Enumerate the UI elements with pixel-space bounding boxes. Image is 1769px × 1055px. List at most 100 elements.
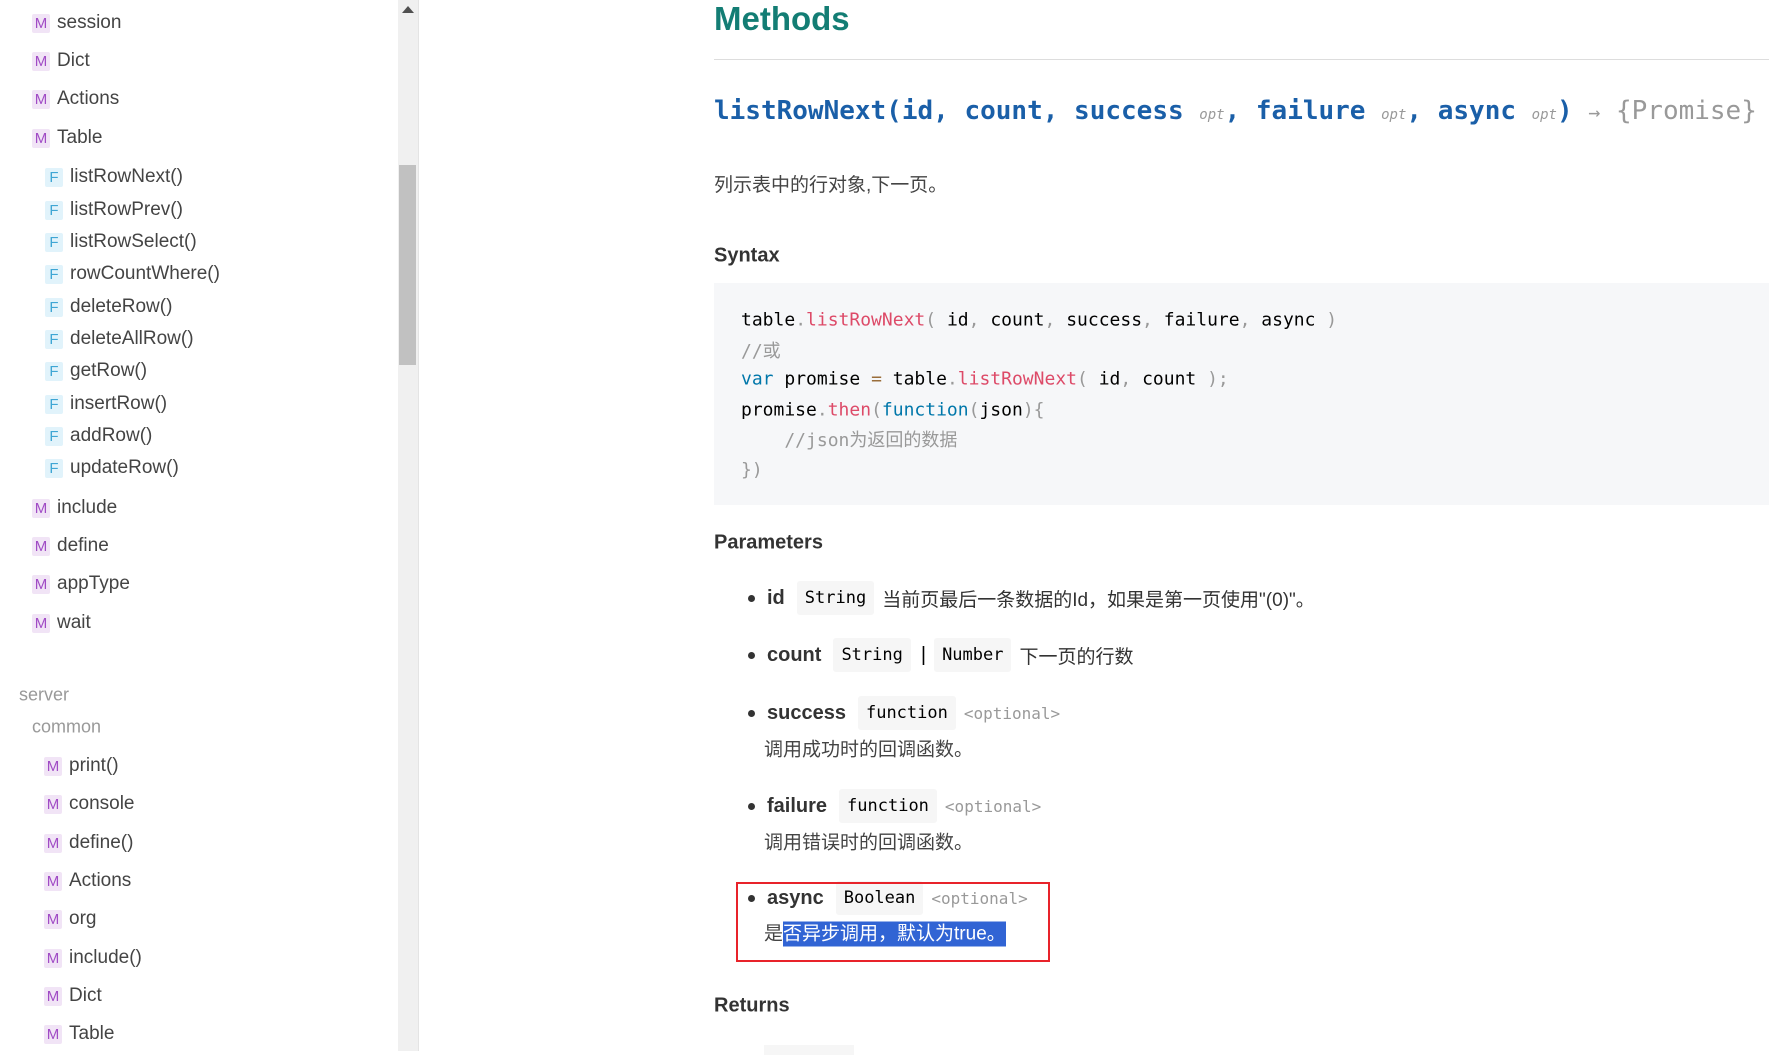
module-badge-icon: M: [44, 757, 62, 776]
param-count: count String | Number 下一页的行数: [748, 638, 1134, 672]
opt-label: opt: [1381, 107, 1406, 123]
sidebar-item-label: deleteAllRow(): [70, 328, 194, 350]
sidebar-item-label: wait: [57, 612, 91, 634]
param-id: id String 当前页最后一条数据的Id，如果是第一页使用"(0)"。: [748, 581, 1315, 615]
module-badge-icon: M: [32, 129, 50, 148]
method-signature[interactable]: listRowNext(id, count, success opt, fail…: [714, 96, 1757, 126]
module-badge-icon: M: [32, 14, 50, 33]
param-desc: 调用错误时的回调函数。: [764, 828, 973, 855]
opt-label: opt: [1532, 107, 1557, 123]
code-comment: //json为返回的数据: [741, 426, 957, 452]
module-badge-icon: M: [32, 614, 50, 633]
sidebar-item-label: console: [69, 793, 135, 815]
sidebar-item[interactable]: Minclude: [32, 494, 117, 522]
sidebar-item[interactable]: FrowCountWhere(): [45, 260, 220, 288]
code-token: json: [979, 400, 1022, 421]
scroll-up-arrow-icon[interactable]: [402, 6, 414, 13]
sidebar-item[interactable]: FdeleteAllRow(): [45, 325, 194, 353]
sidebar-item-label: listRowPrev(): [70, 199, 183, 221]
code-token: listRowNext: [806, 310, 925, 331]
arrow-icon: →: [1588, 100, 1600, 124]
code-token: (: [1077, 369, 1099, 390]
sidebar-item[interactable]: MappType: [32, 570, 130, 598]
code-token: promise: [774, 369, 872, 390]
sidebar-item[interactable]: MTable: [44, 1020, 114, 1048]
sidebar-item-label: getRow(): [70, 360, 147, 382]
sidebar-item-label: addRow(): [70, 425, 152, 447]
module-badge-icon: M: [32, 537, 50, 556]
code-token: id: [947, 310, 969, 331]
param-type: function: [858, 696, 956, 730]
sidebar-item-label: org: [69, 908, 96, 930]
sidebar-item[interactable]: FdeleteRow(): [45, 293, 172, 321]
module-badge-icon: M: [44, 834, 62, 853]
param-desc: 调用成功时的回调函数。: [764, 735, 973, 762]
sidebar-item[interactable]: FupdateRow(): [45, 454, 179, 482]
sidebar-scrollbar[interactable]: [398, 0, 418, 1051]
param-desc: 下一页的行数: [1019, 642, 1133, 669]
sidebar-item[interactable]: FlistRowSelect(): [45, 228, 197, 256]
sidebar-item[interactable]: MActions: [32, 85, 119, 113]
sidebar-item[interactable]: Msession: [32, 9, 121, 37]
sidebar-item[interactable]: FinsertRow(): [45, 390, 167, 418]
function-badge-icon: F: [45, 265, 63, 284]
sidebar-item[interactable]: MActions: [44, 867, 131, 895]
sidebar-item[interactable]: FlistRowNext(): [45, 163, 183, 191]
bullet: [748, 710, 755, 717]
sidebar-item[interactable]: MTable: [32, 124, 102, 152]
function-badge-icon: F: [45, 233, 63, 252]
sidebar-item-label: insertRow(): [70, 393, 167, 415]
sidebar-item[interactable]: FlistRowPrev(): [45, 196, 183, 224]
divider: [714, 59, 1769, 60]
sidebar-item-label: rowCountWhere(): [70, 263, 220, 285]
bullet: [748, 595, 755, 602]
sidebar-item[interactable]: Morg: [44, 905, 96, 933]
optional-label: <optional>: [964, 704, 1060, 723]
module-badge-icon: M: [32, 52, 50, 71]
sidebar-item[interactable]: FgetRow(): [45, 357, 147, 385]
syntax-heading: Syntax: [714, 245, 780, 268]
sidebar-group-label[interactable]: server: [19, 685, 69, 706]
sidebar-item[interactable]: Mdefine: [32, 532, 109, 560]
code-line: promise.then(function(json){: [741, 400, 1045, 421]
sig-return-type: {Promise}: [1616, 96, 1757, 126]
sig-close: ): [1557, 96, 1573, 126]
opt-label: opt: [1199, 107, 1224, 123]
code-line: table.listRowNext( id, count, success, f…: [741, 310, 1337, 331]
param-type: Number: [934, 638, 1011, 672]
module-badge-icon: M: [32, 90, 50, 109]
sidebar-group-label[interactable]: common: [32, 717, 101, 738]
bullet: [748, 652, 755, 659]
param-name: success: [767, 702, 846, 725]
sidebar-item[interactable]: Mwait: [32, 609, 91, 637]
param-type: String: [833, 638, 910, 672]
sidebar-item[interactable]: Minclude(): [44, 944, 142, 972]
function-badge-icon: F: [45, 362, 63, 381]
sidebar-item-label: define(): [69, 832, 133, 854]
methods-heading: Methods: [714, 0, 850, 38]
bullet: [748, 803, 755, 810]
sig-name: listRowNext(: [714, 96, 902, 126]
code-line: var promise = table.listRowNext( id, cou…: [741, 369, 1229, 390]
sidebar: Msession MDict MActions MTable FlistRowNext(…: [0, 0, 419, 1051]
return-type-box: [764, 1045, 854, 1055]
code-token: failure: [1164, 310, 1240, 331]
code-token: promise: [741, 400, 817, 421]
sidebar-item[interactable]: MDict: [32, 47, 90, 75]
sig-param-count: count,: [964, 96, 1074, 126]
sidebar-item[interactable]: MDict: [44, 982, 102, 1010]
returns-heading: Returns: [714, 995, 790, 1018]
module-badge-icon: M: [44, 795, 62, 814]
sig-param-failure: failure: [1256, 96, 1366, 126]
sidebar-item[interactable]: Mconsole: [44, 790, 135, 818]
sig-comma: ,: [1225, 96, 1256, 126]
code-comment: //或: [741, 337, 781, 363]
sidebar-item[interactable]: Mprint(): [44, 752, 119, 780]
code-token: id: [1099, 369, 1121, 390]
sidebar-item[interactable]: Mdefine(): [44, 829, 133, 857]
module-badge-icon: M: [32, 575, 50, 594]
sidebar-item[interactable]: FaddRow(): [45, 422, 152, 450]
scrollbar-thumb[interactable]: [399, 165, 416, 365]
sig-param-id: id,: [902, 96, 965, 126]
sidebar-item-label: include(): [69, 947, 142, 969]
